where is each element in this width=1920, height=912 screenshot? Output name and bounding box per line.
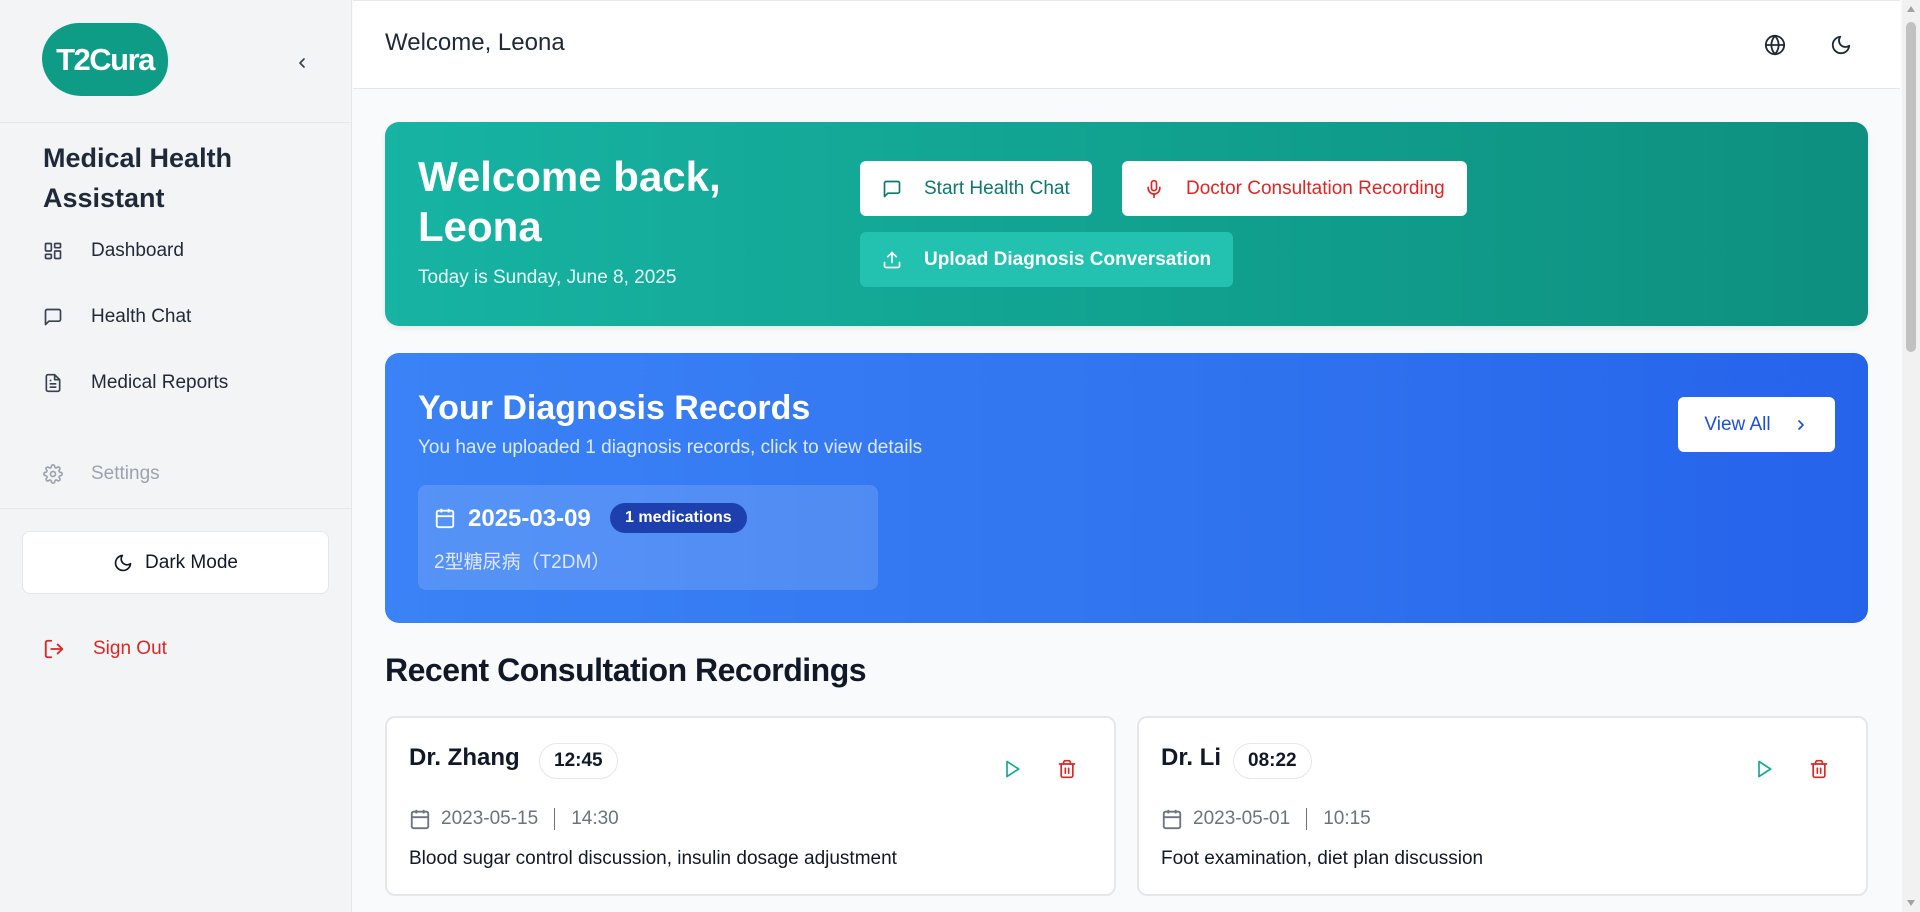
microphone-icon — [1147, 179, 1161, 198]
sidebar-divider — [0, 508, 352, 509]
dashboard-icon — [44, 242, 62, 260]
sidebar-item-label: Medical Reports — [91, 372, 229, 393]
play-button[interactable] — [995, 752, 1029, 786]
recording-meta: 2023-05-15 14:30 — [409, 808, 619, 830]
recording-time: 10:15 — [1323, 808, 1371, 829]
play-icon — [1758, 760, 1772, 778]
duration-badge: 12:45 — [539, 743, 618, 779]
moon-icon — [1831, 35, 1851, 55]
globe-icon — [1764, 34, 1786, 56]
hero-title: Welcome back, Leona — [418, 153, 721, 250]
theme-toggle-button[interactable] — [1824, 28, 1858, 62]
recordings-section-title: Recent Consultation Recordings — [385, 652, 867, 688]
header-welcome: Welcome, Leona — [385, 29, 565, 56]
top-header: Welcome, Leona — [353, 0, 1900, 89]
record-diagnosis: 2型糖尿病（T2DM） — [434, 552, 611, 573]
sidebar-item-medical-reports[interactable]: Medical Reports — [43, 361, 333, 405]
calendar-icon — [435, 508, 455, 529]
sign-out-button[interactable]: Sign Out — [43, 627, 167, 671]
calendar-icon — [1162, 809, 1182, 830]
diagnosis-records-panel: Your Diagnosis Records You have uploaded… — [385, 353, 1868, 623]
view-all-button[interactable]: View All — [1678, 397, 1835, 452]
page-scrollbar[interactable] — [1902, 0, 1920, 912]
recording-date: 2023-05-01 — [1193, 808, 1291, 829]
doctor-name: Dr. Li — [1161, 744, 1222, 771]
dark-mode-label: Dark Mode — [145, 551, 238, 573]
doctor-name: Dr. Zhang — [409, 744, 520, 771]
moon-icon — [114, 554, 132, 571]
record-date: 2025-03-09 — [468, 505, 591, 532]
logout-icon — [44, 639, 64, 659]
recording-card[interactable]: Dr. Zhang 12:45 2023-05-15 14:30 Blood s… — [385, 716, 1116, 896]
recording-description: Foot examination, diet plan discussion — [1161, 848, 1484, 869]
diagnosis-subtitle: You have uploaded 1 diagnosis records, c… — [418, 437, 923, 458]
chat-icon — [44, 308, 62, 326]
welcome-hero: Welcome back, Leona Today is Sunday, Jun… — [385, 122, 1868, 326]
meta-separator — [554, 808, 556, 830]
recording-card[interactable]: Dr. Li 08:22 2023-05-01 10:15 Foot exami… — [1137, 716, 1868, 896]
recording-meta: 2023-05-01 10:15 — [1161, 808, 1371, 830]
button-label: Doctor Consultation Recording — [1186, 177, 1445, 199]
app-title: Medical Health Assistant — [43, 143, 233, 213]
dark-mode-button[interactable]: Dark Mode — [22, 531, 329, 594]
recording-time: 14:30 — [571, 808, 619, 829]
chevron-left-icon — [299, 58, 305, 68]
sidebar-item-health-chat[interactable]: Health Chat — [43, 295, 333, 339]
diagnosis-record-card[interactable]: 2025-03-09 1 medications 2型糖尿病（T2DM） — [418, 485, 878, 590]
sidebar-item-settings[interactable]: Settings — [43, 452, 333, 496]
sidebar-header: T2Cura — [0, 0, 351, 123]
t2cura-logo[interactable]: T2Cura — [42, 23, 168, 96]
sidebar-item-label: Health Chat — [91, 306, 192, 327]
collapse-sidebar-button[interactable] — [288, 49, 316, 77]
scroll-up-icon[interactable] — [1906, 4, 1916, 14]
language-button[interactable] — [1758, 28, 1792, 62]
scroll-down-icon[interactable] — [1906, 898, 1916, 908]
diagnosis-title: Your Diagnosis Records — [418, 389, 811, 427]
play-button[interactable] — [1747, 752, 1781, 786]
doctor-consultation-recording-button[interactable]: Doctor Consultation Recording — [1122, 161, 1467, 216]
calendar-icon — [410, 809, 430, 830]
view-all-label: View All — [1704, 413, 1771, 435]
play-icon — [1006, 760, 1020, 778]
gear-icon — [43, 464, 63, 484]
delete-button[interactable] — [1802, 752, 1836, 786]
document-icon — [45, 373, 61, 393]
recording-date: 2023-05-15 — [441, 808, 539, 829]
delete-button[interactable] — [1050, 752, 1084, 786]
upload-diagnosis-conversation-button[interactable]: Upload Diagnosis Conversation — [860, 232, 1234, 287]
sidebar-item-label: Settings — [91, 463, 160, 484]
trash-icon — [1810, 759, 1828, 779]
chat-icon — [883, 180, 901, 197]
sidebar-item-dashboard[interactable]: Dashboard — [43, 229, 333, 273]
button-label: Upload Diagnosis Conversation — [924, 248, 1212, 270]
meta-separator — [1306, 808, 1308, 830]
sidebar-item-label: Dashboard — [91, 240, 184, 261]
chevron-right-icon — [1797, 419, 1804, 430]
duration-badge: 08:22 — [1233, 743, 1312, 779]
sign-out-label: Sign Out — [93, 638, 167, 659]
upload-icon — [883, 251, 901, 268]
button-label: Start Health Chat — [924, 177, 1070, 199]
sidebar: T2Cura Medical Health Assistant Dashboar… — [0, 0, 352, 912]
scrollbar-thumb[interactable] — [1906, 22, 1916, 352]
medications-badge: 1 medications — [610, 503, 747, 533]
recording-description: Blood sugar control discussion, insulin … — [409, 848, 897, 869]
hero-date: Today is Sunday, June 8, 2025 — [418, 267, 677, 288]
trash-icon — [1058, 759, 1076, 779]
start-health-chat-button[interactable]: Start Health Chat — [860, 161, 1092, 216]
